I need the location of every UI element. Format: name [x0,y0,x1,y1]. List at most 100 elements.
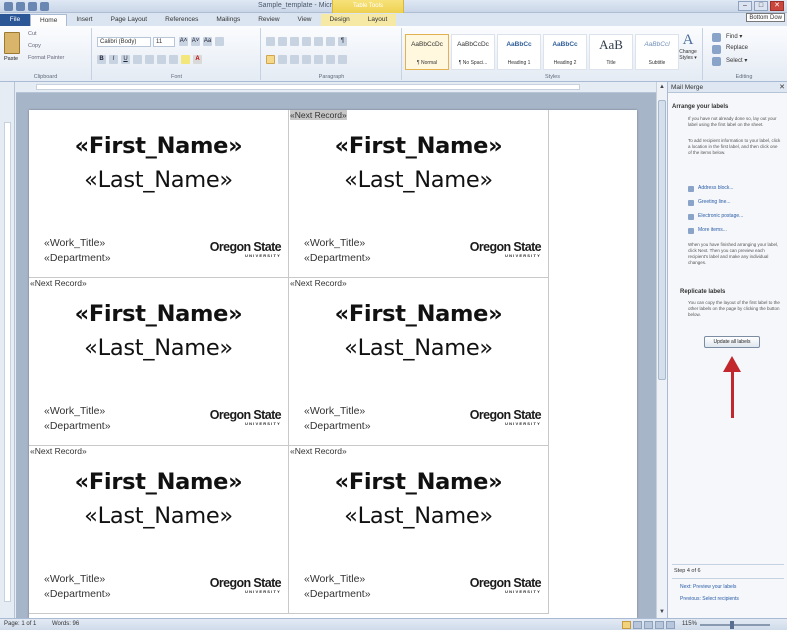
tab-layout[interactable]: Layout [358,14,397,26]
last-name-field[interactable]: «Last_Name» [289,503,548,529]
replace-button[interactable]: Replace [726,45,748,51]
word-count[interactable]: Words: 96 [52,621,79,627]
zoom-level[interactable]: 115% [682,621,697,627]
subscript-icon[interactable] [145,55,154,64]
tab-file[interactable]: File [0,14,30,26]
label-cell[interactable]: «First_Name» «Last_Name» «Work_Title» «D… [29,110,289,278]
tab-home[interactable]: Home [30,14,68,26]
department-field[interactable]: «Department» [44,252,111,264]
department-field[interactable]: «Department» [304,420,371,432]
multilevel-list-icon[interactable] [290,37,299,46]
scrollbar-thumb[interactable] [658,100,666,380]
department-field[interactable]: «Department» [304,252,371,264]
last-name-field[interactable]: «Last_Name» [29,167,288,193]
label-cell[interactable]: «Next Record» «First_Name» «Last_Name» «… [289,446,549,614]
cut-button[interactable]: Cut [28,31,37,37]
font-color-button[interactable]: A [193,55,202,64]
next-record-field[interactable]: «Next Record» [290,278,347,288]
label-cell[interactable]: «Next Record» «First_Name» «Last_Name» «… [29,446,289,614]
next-step-link[interactable]: Next: Preview your labels [680,584,736,590]
font-family-select[interactable]: Calibri (Body) [97,37,151,47]
minimize-button[interactable]: – [738,1,752,11]
zoom-slider[interactable] [700,624,770,626]
bold-button[interactable]: B [97,55,106,64]
work-title-field[interactable]: «Work_Title» [304,237,365,249]
next-record-field[interactable]: «Next Record» [30,446,87,456]
department-field[interactable]: «Department» [44,588,111,600]
increase-indent-icon[interactable] [314,37,323,46]
shading-icon[interactable] [326,55,335,64]
tab-page-layout[interactable]: Page Layout [102,14,157,26]
italic-button[interactable]: I [109,55,118,64]
next-record-field[interactable]: «Next Record» [30,278,87,288]
update-all-labels-button[interactable]: Update all labels [704,336,760,348]
paste-icon[interactable] [4,32,20,54]
department-field[interactable]: «Department» [304,588,371,600]
full-screen-reading-icon[interactable] [633,621,642,629]
numbering-icon[interactable] [278,37,287,46]
first-name-field[interactable]: «First_Name» [29,133,288,159]
work-title-field[interactable]: «Work_Title» [44,573,105,585]
first-name-field[interactable]: «First_Name» [289,133,548,159]
vertical-scrollbar[interactable]: ▲ ▼ [656,82,667,618]
zoom-slider-knob[interactable] [730,621,734,629]
change-case-button[interactable]: Aa [203,37,212,46]
pane-close-icon[interactable]: ✕ [779,82,785,93]
copy-button[interactable]: Copy [28,43,41,49]
show-formatting-button[interactable]: ¶ [338,37,347,46]
more-items-link[interactable]: More items... [698,227,727,233]
work-title-field[interactable]: «Work_Title» [44,237,105,249]
save-icon[interactable] [16,2,25,11]
work-title-field[interactable]: «Work_Title» [304,405,365,417]
word-app-icon[interactable] [4,2,13,11]
scroll-up-icon[interactable]: ▲ [658,83,666,91]
highlight-icon[interactable] [181,55,190,64]
page-indicator[interactable]: Page: 1 of 1 [4,621,36,627]
bullets-icon[interactable] [266,37,275,46]
electronic-postage-link[interactable]: Electronic postage... [698,213,743,219]
font-size-select[interactable]: 11 [153,37,175,47]
address-block-link[interactable]: Address block... [698,185,734,191]
style-heading-1[interactable]: AaBbCc Heading 1 [497,34,541,70]
print-layout-icon[interactable] [622,621,631,629]
sort-icon[interactable] [326,37,335,46]
first-name-field[interactable]: «First_Name» [29,301,288,327]
undo-icon[interactable] [28,2,37,11]
last-name-field[interactable]: «Last_Name» [29,335,288,361]
last-name-field[interactable]: «Last_Name» [289,167,548,193]
justify-icon[interactable] [302,55,311,64]
tab-mailings[interactable]: Mailings [207,14,249,26]
style-title[interactable]: AaB Title [589,34,633,70]
label-cell[interactable]: «Next Record» «First_Name» «Last_Name» «… [29,278,289,446]
label-cell[interactable]: «Next Record» «First_Name» «Last_Name» «… [289,278,549,446]
horizontal-ruler[interactable] [16,82,656,93]
department-field[interactable]: «Department» [44,420,111,432]
draft-icon[interactable] [666,621,675,629]
next-record-field[interactable]: «Next Record» [290,110,347,120]
change-styles-button[interactable]: A Change Styles ▾ [675,32,701,72]
borders-icon[interactable] [338,55,347,64]
decrease-indent-icon[interactable] [302,37,311,46]
tab-design[interactable]: Design [320,14,359,26]
tab-view[interactable]: View [289,14,321,26]
web-layout-icon[interactable] [644,621,653,629]
text-effects-icon[interactable] [169,55,178,64]
outline-icon[interactable] [655,621,664,629]
redo-icon[interactable] [40,2,49,11]
format-painter-button[interactable]: Format Painter [28,55,64,61]
line-spacing-icon[interactable] [314,55,323,64]
next-record-field[interactable]: «Next Record» [290,446,347,456]
align-left-icon[interactable] [266,55,275,64]
align-center-icon[interactable] [278,55,287,64]
grow-font-button[interactable]: A˄ [179,37,188,46]
tab-insert[interactable]: Insert [67,14,101,26]
previous-step-link[interactable]: Previous: Select recipients [680,596,739,602]
strikethrough-icon[interactable] [133,55,142,64]
find-button[interactable]: Find ▾ [726,33,742,40]
work-title-field[interactable]: «Work_Title» [44,405,105,417]
first-name-field[interactable]: «First_Name» [289,469,548,495]
style-subtitle[interactable]: AaBbCcl Subtitle [635,34,679,70]
label-cell[interactable]: «Next Record» «First_Name» «Last_Name» «… [289,110,549,278]
scroll-down-icon[interactable]: ▼ [658,608,666,616]
clear-formatting-icon[interactable] [215,37,224,46]
